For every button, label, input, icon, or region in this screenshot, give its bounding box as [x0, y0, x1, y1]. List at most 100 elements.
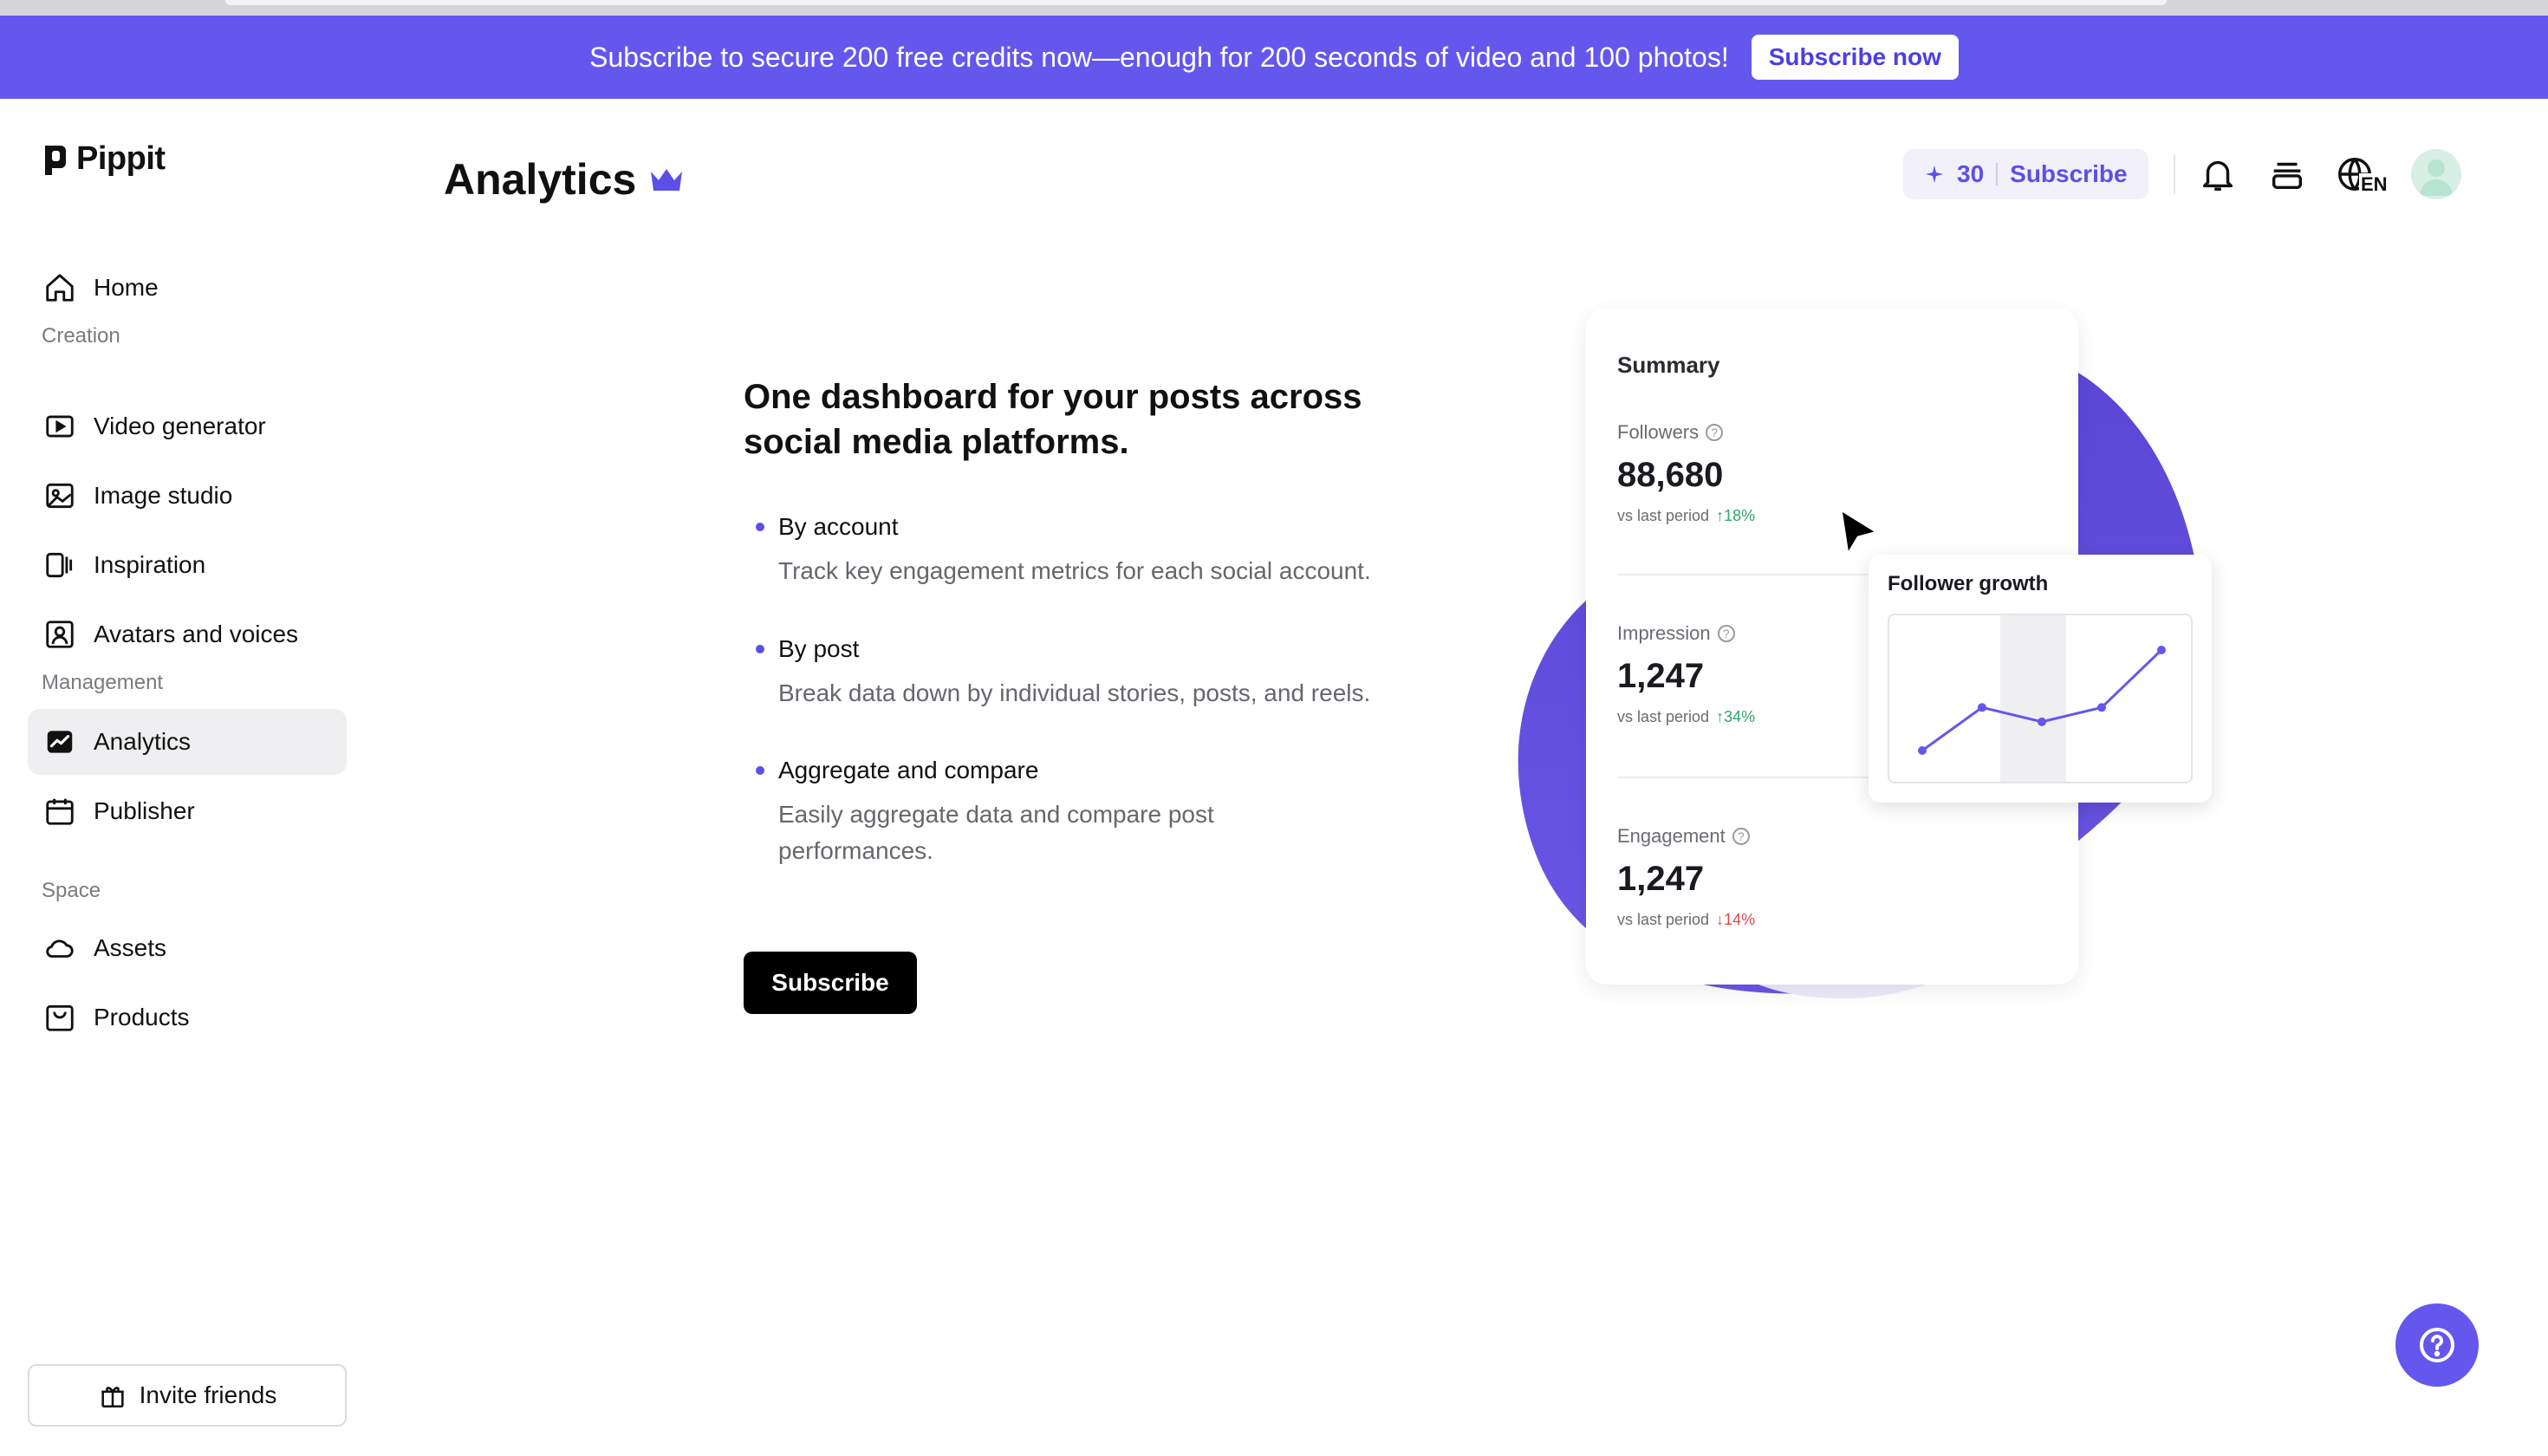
pippit-logo[interactable]: Pippit	[42, 140, 166, 178]
inspiration-icon	[46, 552, 73, 578]
help-button[interactable]	[2395, 1303, 2479, 1387]
metric-change-up: ↑34%	[1716, 708, 1755, 726]
sidebar-item-label: Inspiration	[94, 551, 206, 578]
sidebar-item-analytics[interactable]: Analytics	[28, 709, 347, 775]
language-selector[interactable]: EN	[2335, 154, 2390, 196]
credits-subscribe-pill[interactable]: 30 Subscribe	[1903, 149, 2148, 199]
feature-by-account: By account Track key engagement metrics …	[756, 513, 1432, 589]
metric-engagement: Engagement? 1,247 vs last period ↓14%	[1617, 825, 1755, 929]
browser-tab	[225, 0, 2167, 5]
metric-value: 1,247	[1617, 657, 1705, 695]
sidebar-item-avatars-and-voices[interactable]: Avatars and voices	[28, 601, 347, 667]
credits-count: 30	[1957, 160, 1985, 187]
sidebar-item-label: Video generator	[94, 413, 266, 439]
header-subscribe-link[interactable]: Subscribe	[2010, 160, 2127, 188]
page-title-text: Analytics	[444, 155, 637, 204]
user-avatar-icon	[2420, 159, 2453, 196]
gift-icon	[101, 1387, 124, 1408]
analytics-icon	[47, 731, 73, 753]
banner-text: Subscribe to secure 200 free credits now…	[589, 41, 1729, 73]
promo-heading: One dashboard for your posts across soci…	[744, 378, 1362, 461]
pippit-logo-icon	[45, 145, 66, 175]
metric-value: 1,247	[1617, 860, 1705, 898]
metric-change-value: 18%	[1724, 507, 1756, 524]
video-generator-icon	[46, 415, 74, 438]
metric-change-value: 34%	[1724, 708, 1756, 725]
sidebar-item-label: Avatars and voices	[94, 621, 299, 647]
sidebar-item-video-generator[interactable]: Video generator	[28, 393, 347, 459]
feature-title: By account	[756, 513, 1432, 541]
layers-stack-icon[interactable]	[2267, 154, 2307, 194]
metric-label-text: Engagement	[1617, 825, 1726, 847]
user-avatar[interactable]	[2411, 149, 2461, 199]
sidebar-item-image-studio[interactable]: Image studio	[28, 463, 347, 529]
sidebar-item-home[interactable]: Home	[28, 255, 347, 321]
invite-friends-label: Invite friends	[139, 1381, 277, 1408]
feature-title-text: By account	[778, 513, 899, 540]
growth-point	[2097, 703, 2106, 712]
metric-change-up: ↑18%	[1716, 507, 1755, 525]
subscribe-now-button[interactable]: Subscribe now	[1751, 35, 1959, 80]
growth-point	[1978, 703, 1986, 712]
feature-title: By post	[756, 635, 1432, 663]
credits-divider	[1996, 163, 1999, 185]
metric-compare-label: vs last period	[1617, 708, 1710, 725]
sidebar: Pippit Home Creation Video generator Ima…	[0, 99, 364, 1456]
sidebar-item-publisher[interactable]: Publisher	[28, 778, 347, 844]
home-icon	[46, 274, 74, 302]
crown-icon	[651, 169, 683, 191]
mouse-cursor-icon	[1839, 508, 1879, 556]
analytics-illustration: Summary Followers? 88,680 vs last period…	[1508, 295, 2236, 1005]
arrow-up-icon: ↑	[1716, 507, 1725, 524]
growth-point	[2157, 646, 2166, 654]
sidebar-item-label: Assets	[94, 934, 167, 961]
arrow-up-icon: ↑	[1716, 708, 1725, 725]
metric-compare: vs last period ↓14%	[1617, 911, 1755, 929]
section-label-creation: Creation	[42, 324, 120, 348]
invite-friends-button[interactable]: Invite friends	[28, 1364, 347, 1427]
follower-growth-card: Follower growth	[1869, 555, 2212, 803]
help-circle-icon: ?	[1732, 828, 1750, 845]
sidebar-item-label: Image studio	[94, 482, 233, 509]
subscribe-button[interactable]: Subscribe	[744, 952, 917, 1014]
metric-change-value: 14%	[1724, 911, 1756, 928]
metric-compare-label: vs last period	[1617, 507, 1710, 524]
growth-point	[1918, 746, 1927, 755]
sidebar-item-assets[interactable]: Assets	[28, 915, 347, 981]
growth-point	[2038, 717, 2046, 726]
header-separator	[2174, 154, 2175, 194]
sidebar-item-inspiration[interactable]: Inspiration	[28, 532, 347, 598]
logo-text: Pippit	[76, 140, 166, 177]
arrow-down-icon: ↓	[1716, 911, 1725, 928]
metric-followers: Followers? 88,680 vs last period ↑18%	[1617, 421, 1755, 525]
feature-description: Break data down by individual stories, p…	[778, 679, 1371, 706]
bullet	[756, 766, 764, 775]
sparkle-icon	[1926, 166, 1943, 183]
hover-column	[2000, 615, 2066, 782]
metric-label: Engagement?	[1617, 825, 1755, 848]
sidebar-item-label: Analytics	[94, 728, 192, 755]
follower-growth-title: Follower growth	[1888, 572, 2049, 595]
metric-compare-label: vs last period	[1617, 911, 1710, 928]
feature-title-text: Aggregate and compare	[778, 757, 1039, 783]
sidebar-item-label: Home	[94, 274, 159, 301]
subscribe-banner: Subscribe to secure 200 free credits now…	[0, 16, 2548, 99]
help-circle-icon	[2420, 1328, 2454, 1362]
image-studio-icon	[46, 483, 74, 509]
sidebar-item-products[interactable]: Products	[28, 985, 347, 1050]
help-circle-icon: ?	[1706, 424, 1724, 441]
metric-label: Followers?	[1617, 421, 1755, 444]
feature-description: Easily aggregate data and compare post p…	[778, 801, 1214, 864]
browser-chrome-strip	[0, 0, 2548, 16]
metric-value: 88,680	[1617, 456, 1724, 494]
avatar-icon	[46, 621, 74, 648]
feature-title: Aggregate and compare	[756, 757, 1293, 784]
bullet	[756, 523, 764, 531]
summary-title: Summary	[1617, 352, 1720, 378]
section-label-management: Management	[42, 671, 164, 694]
calendar-icon	[46, 798, 74, 825]
sidebar-item-label: Products	[94, 1004, 190, 1030]
bell-icon[interactable]	[2198, 154, 2238, 194]
feature-title-text: By post	[778, 635, 860, 662]
product-box-icon	[46, 1004, 74, 1031]
